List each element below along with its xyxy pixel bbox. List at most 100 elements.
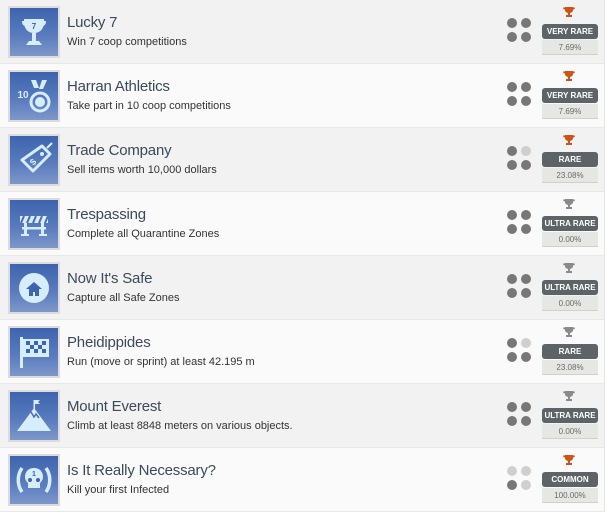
progress-dot: [507, 224, 517, 234]
progress-dot: [507, 466, 517, 476]
price-tag-icon: $: [20, 142, 53, 173]
achievement-icon-box: 1: [8, 454, 60, 506]
svg-text:7: 7: [32, 22, 37, 31]
difficulty-dots: [507, 210, 531, 234]
trophy-unearned-icon: [563, 325, 575, 337]
achievement-description: Complete all Quarantine Zones: [67, 228, 220, 240]
barrier-icon: [20, 215, 49, 236]
progress-dot: [521, 480, 531, 490]
trophy-earned-icon: [563, 5, 575, 17]
rarity-badge: VERY RARE: [542, 88, 598, 103]
medal-10-icon: 10: [17, 80, 51, 113]
rarity-percent: 0.00%: [542, 424, 598, 439]
progress-dot: [521, 274, 531, 284]
progress-dot: [507, 288, 517, 298]
achievement-row[interactable]: 10 Harran Athletics Take part in 10 coop…: [0, 64, 604, 128]
progress-dot: [507, 352, 517, 362]
progress-dot: [507, 160, 517, 170]
progress-dot: [507, 146, 517, 156]
rarity-badge: RARE: [542, 344, 598, 359]
achievement-row[interactable]: Mount Everest Climb at least 8848 meters…: [0, 384, 604, 448]
progress-dot: [507, 402, 517, 412]
achievement-title: Trade Company: [67, 142, 172, 159]
achievement-title: Now It's Safe: [67, 270, 153, 287]
difficulty-dots: [507, 274, 531, 298]
progress-dot: [507, 96, 517, 106]
achievement-list: 7 Lucky 7 Win 7 coop competitions VERY R…: [0, 0, 605, 512]
achievement-title: Is It Really Necessary?: [67, 462, 216, 479]
mountain-flag-icon: [17, 400, 51, 431]
rarity-percent: 0.00%: [542, 296, 598, 311]
achievement-icon-box: [8, 198, 60, 250]
progress-dot: [521, 224, 531, 234]
progress-dot: [507, 18, 517, 28]
achievement-title: Pheidippides: [67, 334, 151, 351]
achievement-row[interactable]: 1 Is It Really Necessary? Kill your firs…: [0, 448, 604, 512]
rarity-badge: ULTRA RARE: [542, 408, 598, 423]
difficulty-dots: [507, 18, 531, 42]
achievement-row[interactable]: Trespassing Complete all Quarantine Zone…: [0, 192, 604, 256]
achievement-description: Climb at least 8848 meters on various ob…: [67, 420, 293, 432]
house-icon: [19, 273, 49, 303]
achievement-icon-box: [8, 326, 60, 378]
rarity-percent: 23.08%: [542, 168, 598, 183]
trophy-earned-icon: [563, 453, 575, 465]
progress-dot: [521, 82, 531, 92]
progress-dot: [507, 416, 517, 426]
skull-icon: 1: [16, 466, 52, 494]
achievement-description: Sell items worth 10,000 dollars: [67, 164, 217, 176]
achievement-row[interactable]: Now It's Safe Capture all Safe Zones ULT…: [0, 256, 604, 320]
rarity-badge: ULTRA RARE: [542, 216, 598, 231]
rarity-badge: ULTRA RARE: [542, 280, 598, 295]
rarity-badge: RARE: [542, 152, 598, 167]
achievement-row[interactable]: Pheidippides Run (move or sprint) at lea…: [0, 320, 604, 384]
achievement-icon-box: $: [8, 134, 60, 186]
achievement-description: Win 7 coop competitions: [67, 36, 187, 48]
checkered-flag-icon: [20, 337, 49, 368]
difficulty-dots: [507, 146, 531, 170]
progress-dot: [521, 288, 531, 298]
progress-dot: [521, 416, 531, 426]
achievement-icon-box: [8, 390, 60, 442]
trophy-cup-7-icon: 7: [22, 19, 46, 45]
progress-dot: [507, 338, 517, 348]
trophy-unearned-icon: [563, 197, 575, 209]
svg-text:1: 1: [32, 471, 36, 478]
progress-dot: [507, 274, 517, 284]
difficulty-dots: [507, 402, 531, 426]
achievement-icon-box: 10: [8, 70, 60, 122]
rarity-percent: 7.69%: [542, 104, 598, 119]
progress-dot: [521, 402, 531, 412]
progress-dot: [521, 466, 531, 476]
achievement-title: Lucky 7: [67, 14, 118, 31]
progress-dot: [521, 160, 531, 170]
achievement-description: Capture all Safe Zones: [67, 292, 180, 304]
achievement-description: Kill your first Infected: [67, 484, 170, 496]
trophy-unearned-icon: [563, 261, 575, 273]
achievement-title: Mount Everest: [67, 398, 162, 415]
progress-dot: [521, 32, 531, 42]
trophy-earned-icon: [563, 133, 575, 145]
progress-dot: [507, 32, 517, 42]
svg-text:10: 10: [17, 90, 29, 101]
rarity-badge: COMMON: [542, 472, 598, 487]
progress-dot: [521, 210, 531, 220]
achievement-title: Trespassing: [67, 206, 146, 223]
achievement-description: Run (move or sprint) at least 42.195 m: [67, 356, 255, 368]
achievement-title: Harran Athletics: [67, 78, 170, 95]
achievement-row[interactable]: 7 Lucky 7 Win 7 coop competitions VERY R…: [0, 0, 604, 64]
difficulty-dots: [507, 338, 531, 362]
progress-dot: [521, 18, 531, 28]
rarity-percent: 100.00%: [542, 488, 598, 503]
trophy-unearned-icon: [563, 389, 575, 401]
progress-dot: [521, 352, 531, 362]
achievement-row[interactable]: $ Trade Company Sell items worth 10,000 …: [0, 128, 604, 192]
rarity-percent: 7.69%: [542, 40, 598, 55]
rarity-percent: 23.08%: [542, 360, 598, 375]
rarity-percent: 0.00%: [542, 232, 598, 247]
progress-dot: [521, 146, 531, 156]
rarity-badge: VERY RARE: [542, 24, 598, 39]
progress-dot: [507, 480, 517, 490]
trophy-earned-icon: [563, 69, 575, 81]
progress-dot: [521, 96, 531, 106]
